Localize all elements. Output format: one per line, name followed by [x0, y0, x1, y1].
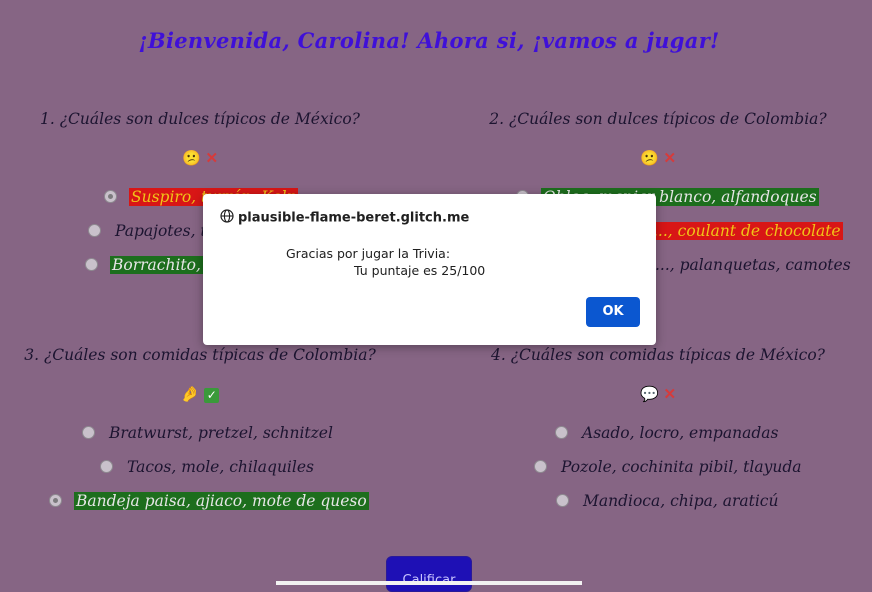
page-title: ¡Bienvenida, Carolina! Ahora si, ¡vamos …: [138, 28, 720, 53]
option-label: Pozole, cochinita pibil, tlayuda: [561, 458, 802, 476]
radio-button[interactable]: [534, 459, 547, 473]
answer-option[interactable]: ..., palanquetas, camotes: [628, 256, 853, 274]
thinking-face-icon: 😕: [639, 149, 659, 167]
radio-button[interactable]: [88, 223, 101, 237]
question-text: 3. ¿Cuáles son comidas típicas de Colomb…: [24, 346, 376, 364]
dialog-message-line-2: Tu puntaje es 25/100: [354, 263, 486, 278]
dialog-message-line-1: Gracias por jugar la Trivia:: [286, 246, 451, 261]
ok-button[interactable]: OK: [586, 297, 640, 327]
dialog-origin-text: plausible-flame-beret.glitch.me: [238, 210, 470, 226]
answer-option[interactable]: Asado, locro, empanadas: [555, 424, 780, 442]
bottom-bar: [276, 581, 582, 585]
question-text: 2. ¿Cuáles son dulces típicos de Colombi…: [489, 110, 827, 128]
radio-button[interactable]: [104, 189, 117, 203]
question-result-icons: 💬 ✕: [440, 385, 872, 403]
calificar-button[interactable]: Calificar: [386, 556, 472, 592]
question-result-icons: 🤌 ✓: [0, 385, 418, 403]
dialog-origin: plausible-flame-beret.glitch.me: [220, 209, 469, 227]
hand-icon: 🤌: [180, 385, 200, 403]
radio-button[interactable]: [100, 459, 113, 473]
answer-option[interactable]: Pozole, cochinita pibil, tlayuda: [534, 458, 804, 476]
globe-icon: [220, 209, 234, 227]
option-label: Bratwurst, pretzel, schnitzel: [109, 424, 333, 442]
question-text: 1. ¿Cuáles son dulces típicos de México?: [40, 110, 360, 128]
option-label: ..., palanquetas, camotes: [655, 256, 851, 274]
thinking-face-icon: 😕: [181, 149, 201, 167]
radio-button[interactable]: [82, 425, 95, 439]
alert-dialog: plausible-flame-beret.glitch.me Gracias …: [203, 194, 656, 345]
cross-mark-icon: ✕: [663, 385, 677, 403]
option-label: ..., coulant de chocolate: [651, 222, 843, 240]
speech-bubble-icon: 💬: [639, 385, 659, 403]
question-result-icons: 😕 ✕: [440, 149, 872, 167]
cross-mark-icon: ✕: [205, 149, 219, 167]
answer-option[interactable]: ..., coulant de chocolate: [626, 222, 843, 240]
question-result-icons: 😕 ✕: [0, 149, 418, 167]
option-label: Tacos, mole, chilaquiles: [127, 458, 314, 476]
radio-button[interactable]: [85, 257, 98, 271]
radio-button[interactable]: [49, 493, 62, 507]
cross-mark-icon: ✕: [663, 149, 677, 167]
check-mark-icon: ✓: [204, 387, 220, 403]
option-label: Asado, locro, empanadas: [582, 424, 779, 442]
radio-button[interactable]: [556, 493, 569, 507]
answer-option[interactable]: Borrachito, ...: [85, 256, 223, 274]
answer-option[interactable]: Bandeja paisa, ajiaco, mote de queso: [49, 492, 369, 510]
radio-button[interactable]: [555, 425, 568, 439]
option-label: Bandeja paisa, ajiaco, mote de queso: [74, 492, 369, 510]
answer-option[interactable]: Tacos, mole, chilaquiles: [100, 458, 316, 476]
answer-option[interactable]: Bratwurst, pretzel, schnitzel: [82, 424, 335, 442]
question-text: 4. ¿Cuáles son comidas típicas de México…: [491, 346, 825, 364]
answer-option[interactable]: Mandioca, chipa, araticú: [556, 492, 780, 510]
option-label: Mandioca, chipa, araticú: [583, 492, 779, 510]
